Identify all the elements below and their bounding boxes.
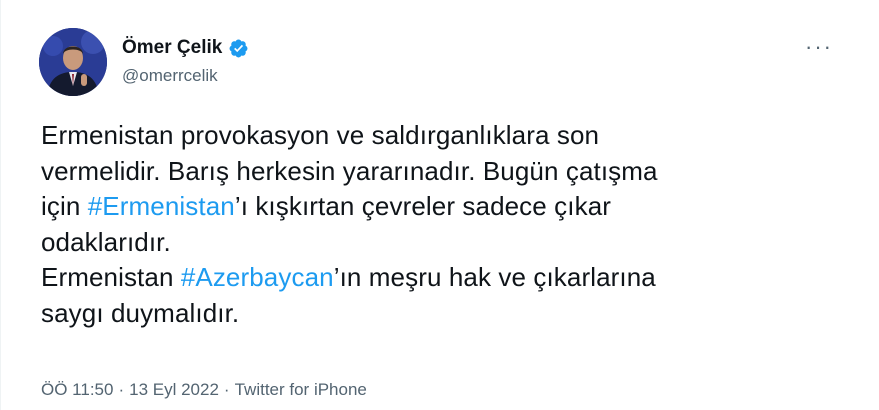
tweet-text-segment: Ermenistan [41, 262, 181, 292]
verified-badge-icon [228, 38, 249, 59]
author-name-row[interactable]: Ömer Çelik [122, 35, 249, 61]
tweet-text-segment: saygı duymalıdır. [41, 297, 240, 328]
hashtag-link[interactable]: #Azerbaycan [181, 262, 334, 292]
avatar-photo [39, 28, 107, 96]
tweet-text: Ermenistan provokasyon ve saldırganlıkla… [41, 118, 841, 331]
meta-separator: · [223, 380, 230, 399]
tweet-time[interactable]: ÖÖ 11:50 [41, 380, 113, 400]
tweet-text-line: Ermenistan #Azerbaycan’ın meşru hak ve ç… [41, 260, 841, 296]
tweet-source[interactable]: Twitter for iPhone [235, 380, 367, 400]
more-options-button[interactable]: ··· [799, 32, 839, 62]
tweet-text-segment: odaklarıdır. [41, 226, 171, 257]
tweet-text-line: odaklarıdır. [41, 225, 841, 261]
display-name[interactable]: Ömer Çelik [122, 37, 222, 59]
tweet-text-line: için #Ermenistan’ı kışkırtan çevreler sa… [41, 189, 841, 225]
tweet-text-segment: ’ı kışkırtan çevreler sadece çıkar [234, 191, 612, 221]
tweet-text-segment: vermelidir. Barış herkesin yararınadır. … [41, 155, 658, 186]
tweet-card: Ömer Çelik @omerrcelik ··· Ermenistan pr… [0, 0, 879, 410]
avatar[interactable] [39, 28, 107, 96]
tweet-date[interactable]: 13 Eyl 2022 [129, 380, 219, 400]
author-handle[interactable]: @omerrcelik [122, 66, 218, 86]
tweet-text-line: Ermenistan provokasyon ve saldırganlıkla… [41, 118, 841, 154]
tweet-text-segment: ’ın meşru hak ve çıkarlarına [333, 262, 656, 292]
tweet-text-segment: için [41, 191, 88, 221]
meta-separator: · [118, 380, 125, 399]
tweet-text-line: saygı duymalıdır. [41, 296, 841, 332]
tweet-text-line: vermelidir. Barış herkesin yararınadır. … [41, 154, 841, 190]
tweet-meta: ÖÖ 11:50 · 13 Eyl 2022 · Twitter for iPh… [41, 378, 367, 402]
hashtag-link[interactable]: #Ermenistan [88, 191, 235, 221]
tweet-text-segment: Ermenistan provokasyon ve saldırganlıkla… [41, 120, 600, 150]
